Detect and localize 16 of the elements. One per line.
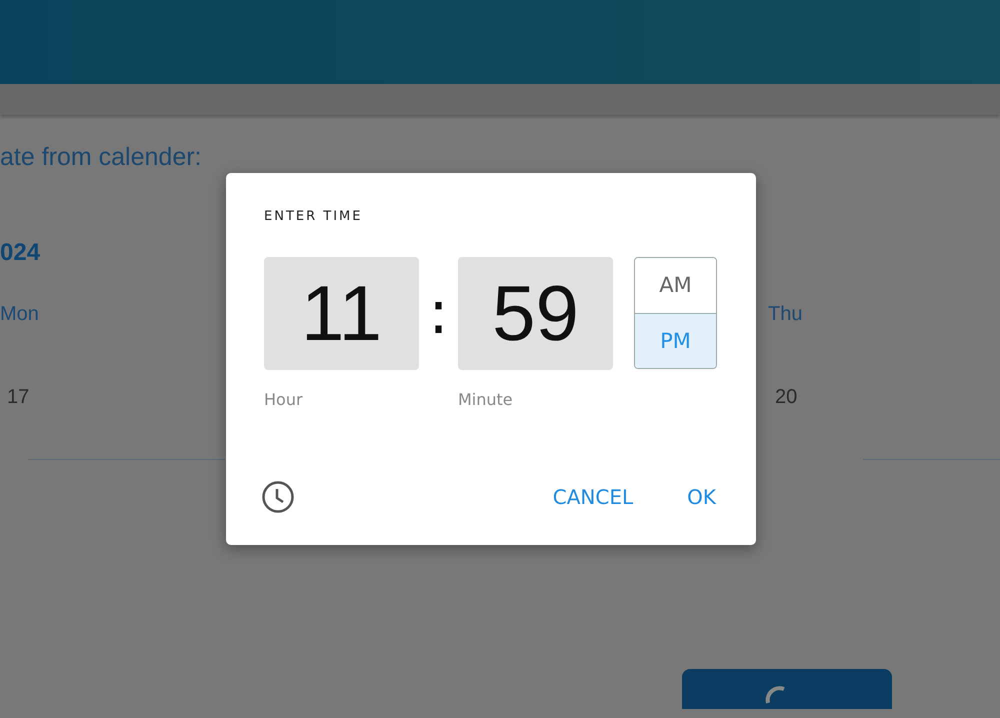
dialog-button[interactable]: OK <box>685 481 718 513</box>
date-label: 20 <box>774 386 798 409</box>
section-heading: ate from calender: <box>0 143 202 173</box>
year-label: 024 <box>0 239 40 267</box>
dialog-title: ENTER TIME <box>264 209 362 224</box>
dialog-button[interactable]: CANCEL <box>550 481 636 513</box>
weekday-label: Thu <box>768 303 802 326</box>
time-separator: : <box>428 278 449 348</box>
minute-field[interactable]: 59 <box>458 257 613 370</box>
hour-label: Hour <box>264 390 303 409</box>
period-option[interactable]: PM <box>635 312 716 368</box>
hour-field[interactable]: 11 <box>264 257 419 370</box>
weekday-label: Mon <box>0 303 39 326</box>
date-label: 17 <box>6 386 30 409</box>
clock-icon[interactable] <box>261 480 295 514</box>
minute-label: Minute <box>458 390 513 409</box>
